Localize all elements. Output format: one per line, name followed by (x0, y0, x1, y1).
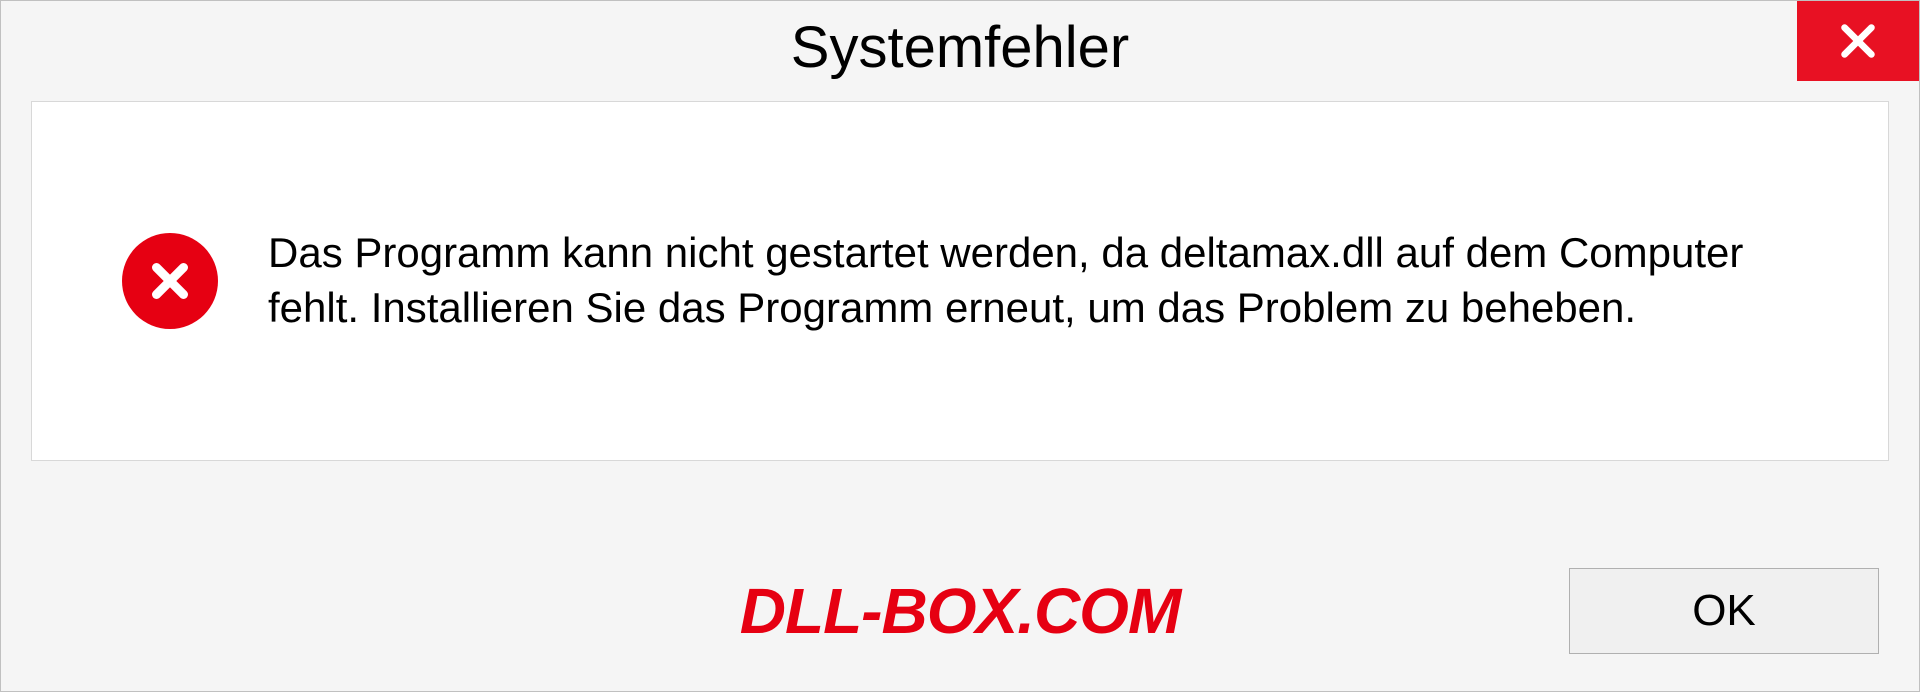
titlebar: Systemfehler (1, 1, 1919, 93)
content-area: Das Programm kann nicht gestartet werden… (1, 93, 1919, 531)
close-button[interactable] (1797, 1, 1919, 81)
close-icon (1835, 18, 1881, 64)
dialog-title: Systemfehler (791, 14, 1129, 81)
dialog-footer: DLL-BOX.COM OK (1, 531, 1919, 691)
ok-button[interactable]: OK (1569, 568, 1879, 654)
error-message: Das Programm kann nicht gestartet werden… (268, 226, 1828, 335)
watermark-text: DLL-BOX.COM (740, 574, 1181, 648)
message-panel: Das Programm kann nicht gestartet werden… (31, 101, 1889, 461)
error-icon (122, 233, 218, 329)
error-dialog: Systemfehler Das Programm kann nicht ges… (0, 0, 1920, 692)
